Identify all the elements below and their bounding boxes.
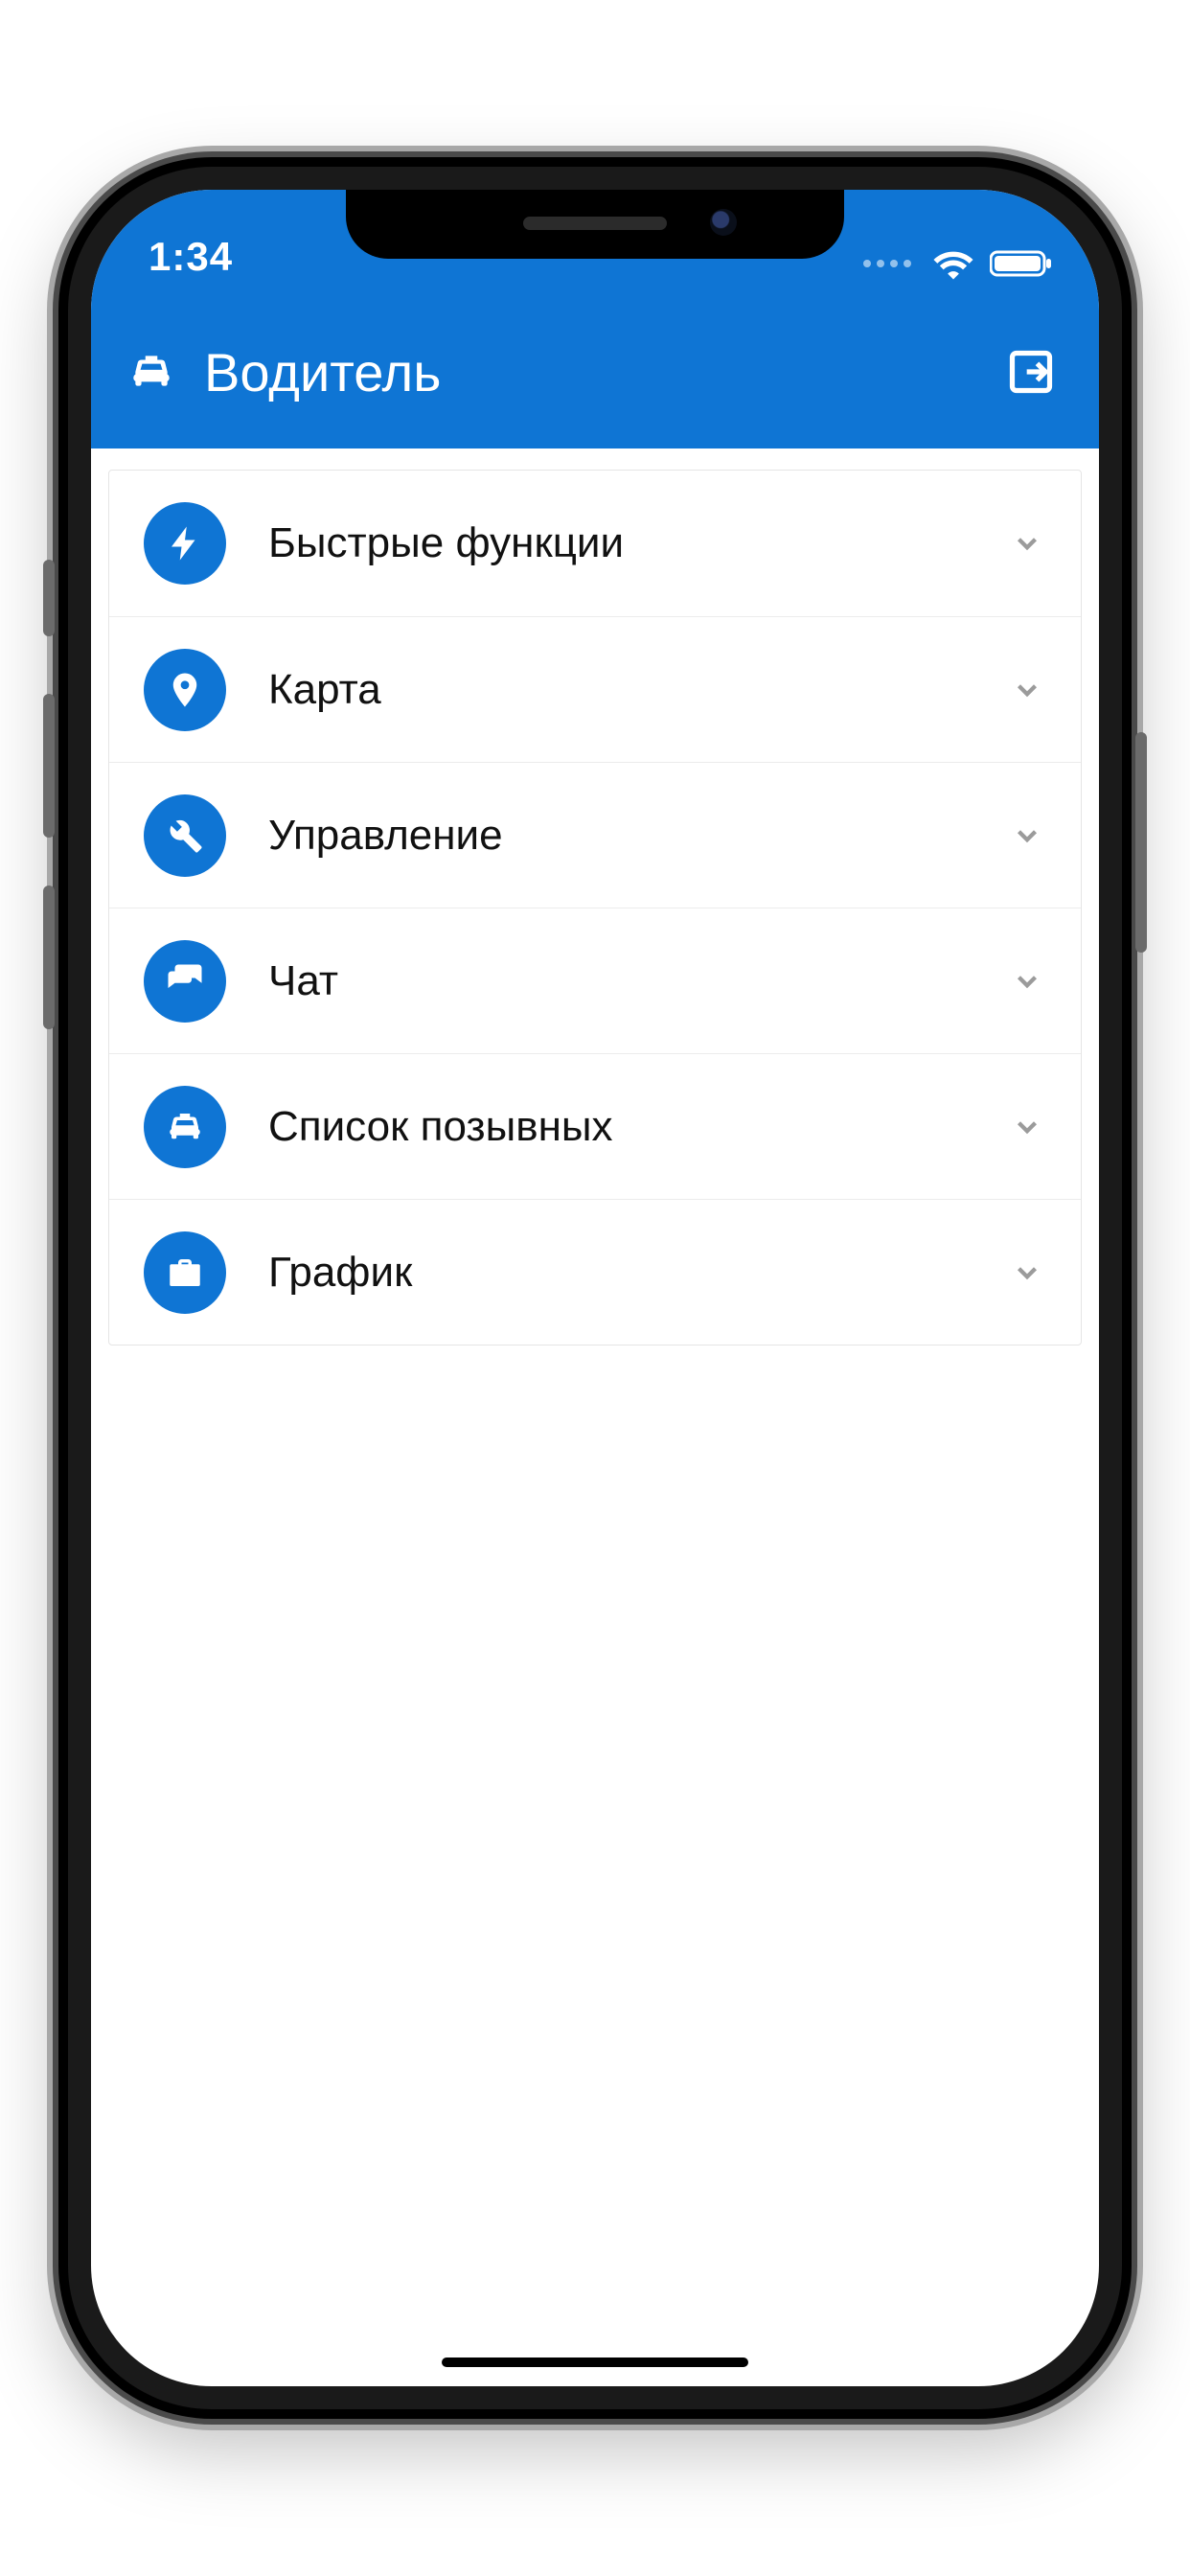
chevron-down-icon — [1008, 1254, 1046, 1292]
app-header: Водитель — [91, 295, 1099, 448]
menu-item-schedule[interactable]: График — [109, 1199, 1081, 1345]
pin-icon — [144, 649, 226, 731]
chevron-down-icon — [1008, 816, 1046, 855]
notch — [346, 190, 844, 259]
taxi-icon — [126, 346, 177, 398]
menu-item-label: Список позывных — [268, 1103, 966, 1151]
app-title: Водитель — [204, 341, 441, 403]
menu-item-label: Карта — [268, 666, 966, 714]
menu-item-chat[interactable]: Чат — [109, 908, 1081, 1053]
menu-item-label: Чат — [268, 957, 966, 1005]
chevron-down-icon — [1008, 671, 1046, 709]
bolt-icon — [144, 502, 226, 585]
status-time: 1:34 — [149, 234, 233, 280]
briefcase-icon — [144, 1231, 226, 1314]
wifi-icon — [932, 247, 974, 280]
battery-icon — [990, 249, 1053, 278]
menu-item-label: Быстрые функции — [268, 519, 966, 567]
menu-item-management[interactable]: Управление — [109, 762, 1081, 908]
chevron-down-icon — [1008, 962, 1046, 1000]
signal-dots-icon — [863, 260, 911, 267]
menu-item-label: Управление — [268, 812, 966, 860]
logout-icon[interactable] — [1005, 346, 1057, 398]
wrench-icon — [144, 794, 226, 877]
menu-item-quick-functions[interactable]: Быстрые функции — [109, 471, 1081, 616]
screen: 1:34 — [91, 190, 1099, 2386]
home-indicator[interactable] — [442, 2358, 748, 2367]
menu-item-map[interactable]: Карта — [109, 616, 1081, 762]
phone-frame: 1:34 — [58, 157, 1132, 2419]
menu-list: Быстрые функции Карта — [108, 470, 1082, 1346]
chevron-down-icon — [1008, 1108, 1046, 1146]
menu-item-label: График — [268, 1249, 966, 1297]
chat-icon — [144, 940, 226, 1023]
chevron-down-icon — [1008, 524, 1046, 563]
taxi-icon — [144, 1086, 226, 1168]
menu-item-callsigns[interactable]: Список позывных — [109, 1053, 1081, 1199]
